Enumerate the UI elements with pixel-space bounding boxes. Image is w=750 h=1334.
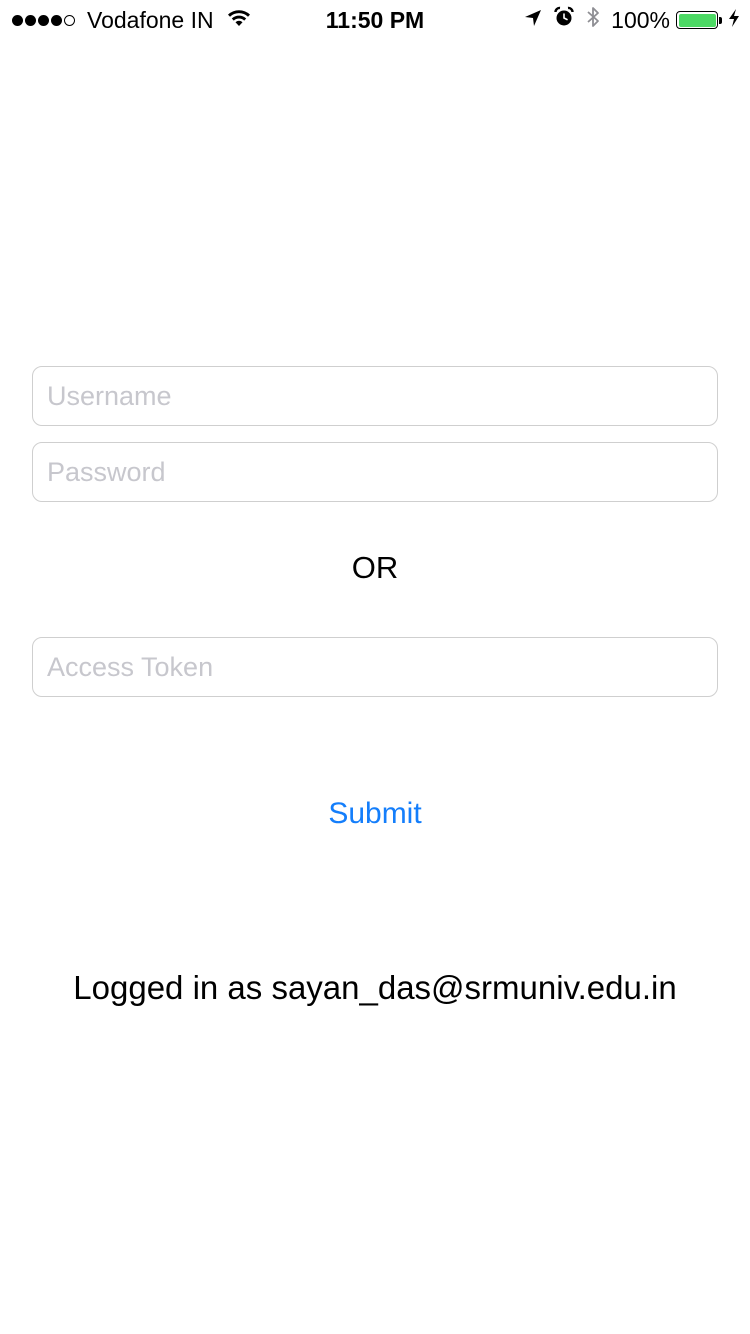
- username-field[interactable]: [32, 366, 718, 426]
- location-icon: [523, 7, 543, 34]
- battery-cap: [719, 16, 722, 24]
- battery-fill: [678, 13, 716, 27]
- or-separator-label: OR: [351, 550, 399, 585]
- password-field[interactable]: [32, 442, 718, 502]
- bluetooth-icon: [585, 5, 601, 35]
- charging-icon: [728, 7, 740, 34]
- login-screen: Vodafone IN 11:50 PM 100% Username OR Ac…: [0, 0, 750, 1334]
- submit-button[interactable]: Submit: [275, 792, 475, 836]
- alarm-icon: [553, 6, 575, 34]
- battery-icon: [676, 11, 718, 29]
- status-bar: Vodafone IN 11:50 PM 100%: [0, 0, 750, 40]
- battery-percent: 100%: [611, 6, 670, 33]
- logged-in-status: Logged in as sayan_das@srmuniv.edu.in: [73, 969, 677, 1006]
- status-bar-right: 100%: [513, 6, 740, 34]
- access-token-field[interactable]: [32, 637, 718, 697]
